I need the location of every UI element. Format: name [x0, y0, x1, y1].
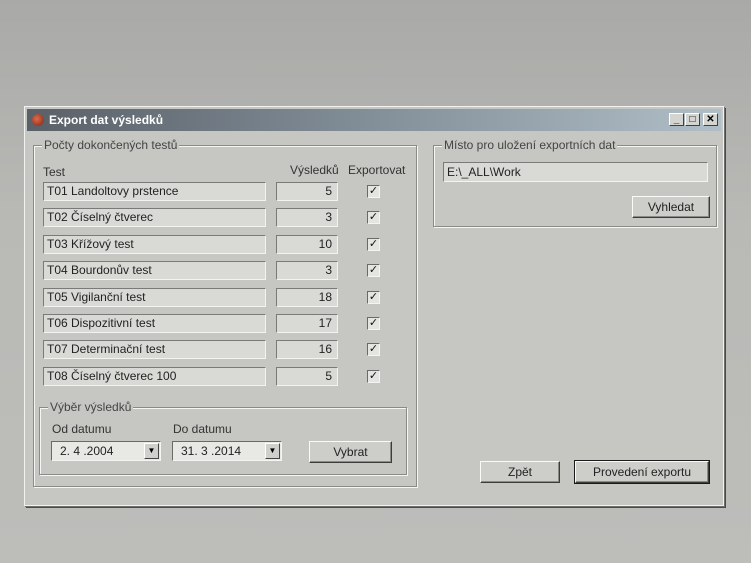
test-name-field: T02 Číselný čtverec	[43, 208, 266, 228]
export-button[interactable]: Provedení exportu	[574, 460, 710, 484]
location-group-legend: Místo pro uložení exportních dat	[442, 138, 618, 152]
export-checkbox[interactable]: ✓	[367, 369, 380, 383]
export-checkbox[interactable]: ✓	[367, 290, 380, 304]
export-path-field[interactable]: E:\_ALL\Work	[443, 162, 708, 182]
result-count-field: 3	[276, 208, 338, 228]
column-header-export: Exportovat	[348, 163, 406, 177]
export-checkbox[interactable]: ✓	[367, 211, 380, 225]
test-name-field: T06 Dispozitivní test	[43, 314, 266, 333]
close-button[interactable]: ✕	[703, 113, 718, 126]
export-checkbox[interactable]: ✓	[367, 343, 380, 357]
to-date-value: 31. 3 .2014	[181, 444, 242, 458]
to-date-select[interactable]: 31. 3 .2014 ▼	[172, 441, 282, 461]
result-count-field: 10	[276, 234, 338, 254]
result-count-field: 18	[276, 287, 338, 307]
back-button[interactable]: Zpět	[480, 461, 560, 483]
test-name-field: T01 Landoltovy prstence	[43, 182, 266, 201]
result-count-field: 3	[276, 261, 338, 281]
tests-group-legend: Počty dokončených testů	[42, 138, 180, 152]
test-name-field: T08 Číselný čtverec 100	[43, 366, 266, 386]
title-bar[interactable]: Export dat výsledků _ □ ✕	[27, 109, 721, 131]
test-name-field: T07 Determinační test	[43, 340, 266, 360]
app-icon	[32, 114, 44, 126]
select-button[interactable]: Vybrat	[309, 441, 392, 463]
selection-group-legend: Výběr výsledků	[48, 400, 134, 414]
window-title: Export dat výsledků	[49, 113, 164, 127]
minimize-button[interactable]: _	[669, 113, 684, 126]
export-checkbox[interactable]: ✓	[367, 185, 380, 198]
selection-group: Výběr výsledků Od datumu 2. 4 .2004 ▼ Do…	[39, 400, 407, 475]
test-name-field: T03 Křížový test	[43, 234, 266, 254]
browse-button[interactable]: Vyhledat	[632, 196, 710, 218]
column-header-results: Výsledků	[290, 163, 339, 177]
export-checkbox[interactable]: ✓	[367, 317, 380, 330]
result-count-field: 16	[276, 340, 338, 360]
result-count-field: 5	[276, 366, 338, 386]
result-count-field: 17	[276, 314, 338, 333]
from-date-value: 2. 4 .2004	[60, 444, 114, 458]
chevron-down-icon[interactable]: ▼	[144, 443, 159, 459]
tests-group: Počty dokončených testů Test Výsledků Ex…	[33, 138, 417, 487]
test-name-field: T05 Vigilanční test	[43, 287, 266, 307]
from-date-select[interactable]: 2. 4 .2004 ▼	[51, 441, 161, 461]
export-window: Export dat výsledků _ □ ✕ Počty dokončen…	[24, 106, 724, 506]
maximize-button[interactable]: □	[685, 113, 700, 126]
to-date-label: Do datumu	[173, 422, 232, 436]
location-group: Místo pro uložení exportních dat E:\_ALL…	[433, 138, 717, 227]
from-date-label: Od datumu	[52, 422, 112, 436]
test-name-field: T04 Bourdonův test	[43, 261, 266, 281]
result-count-field: 5	[276, 182, 338, 201]
export-checkbox[interactable]: ✓	[367, 264, 380, 278]
export-checkbox[interactable]: ✓	[367, 237, 380, 251]
chevron-down-icon[interactable]: ▼	[265, 443, 280, 459]
column-header-test: Test	[43, 165, 66, 179]
